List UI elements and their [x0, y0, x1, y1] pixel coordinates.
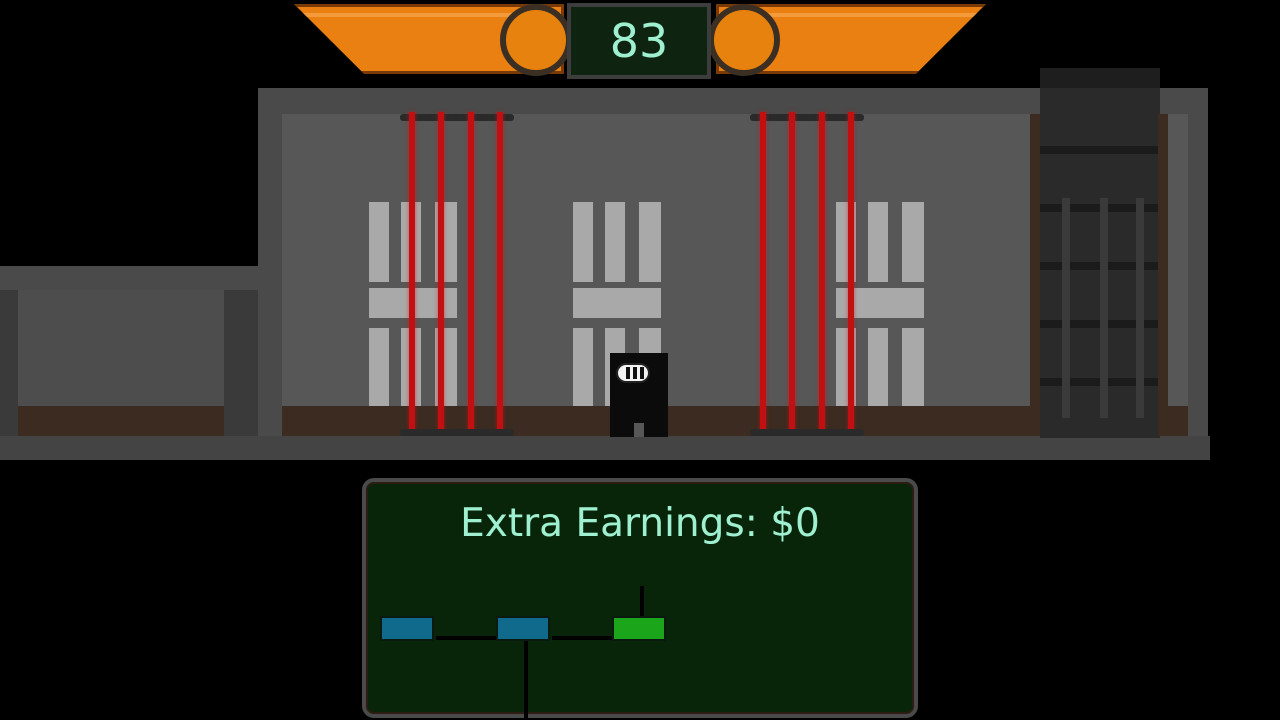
upgrade-node-3[interactable]	[612, 616, 666, 641]
thief-legs	[634, 423, 644, 437]
hud-right-knob	[708, 4, 780, 76]
laser-beam	[789, 112, 795, 432]
shaft-top-cap	[1040, 68, 1160, 88]
shaft-right-frame	[1158, 114, 1168, 436]
upgrade-node-1[interactable]	[380, 616, 434, 641]
earnings-panel: Extra Earnings: $0	[362, 478, 918, 720]
shaft-left-frame	[1030, 114, 1040, 436]
upgrade-node-2[interactable]	[496, 616, 550, 641]
ground-ledge	[0, 436, 1210, 460]
annex-left-pillar	[0, 290, 18, 436]
hud-left-knob	[500, 4, 572, 76]
laser-emitter-bottom-1	[400, 429, 514, 436]
annex-right-pillar	[224, 290, 258, 436]
laser-beam	[819, 112, 825, 432]
laser-beam	[497, 112, 503, 432]
extra-earnings-label: Extra Earnings: $0	[460, 501, 820, 546]
thief-mask-eyes	[616, 363, 650, 383]
node-connector	[524, 640, 528, 720]
elevator-shaft	[1040, 88, 1160, 438]
countdown-timer: 83	[567, 3, 711, 79]
laser-beam	[438, 112, 444, 432]
laser-emitter-bottom-2	[750, 429, 864, 436]
laser-beam	[848, 112, 854, 432]
node-connector	[640, 586, 644, 616]
node-connector	[436, 636, 502, 640]
laser-beam	[409, 112, 415, 432]
node-connector	[552, 636, 618, 640]
laser-emitter-top-2	[750, 114, 864, 121]
masked-thief-icon[interactable]	[610, 353, 668, 437]
laser-beam	[760, 112, 766, 432]
laser-beam	[468, 112, 474, 432]
annex-floor	[18, 406, 224, 436]
